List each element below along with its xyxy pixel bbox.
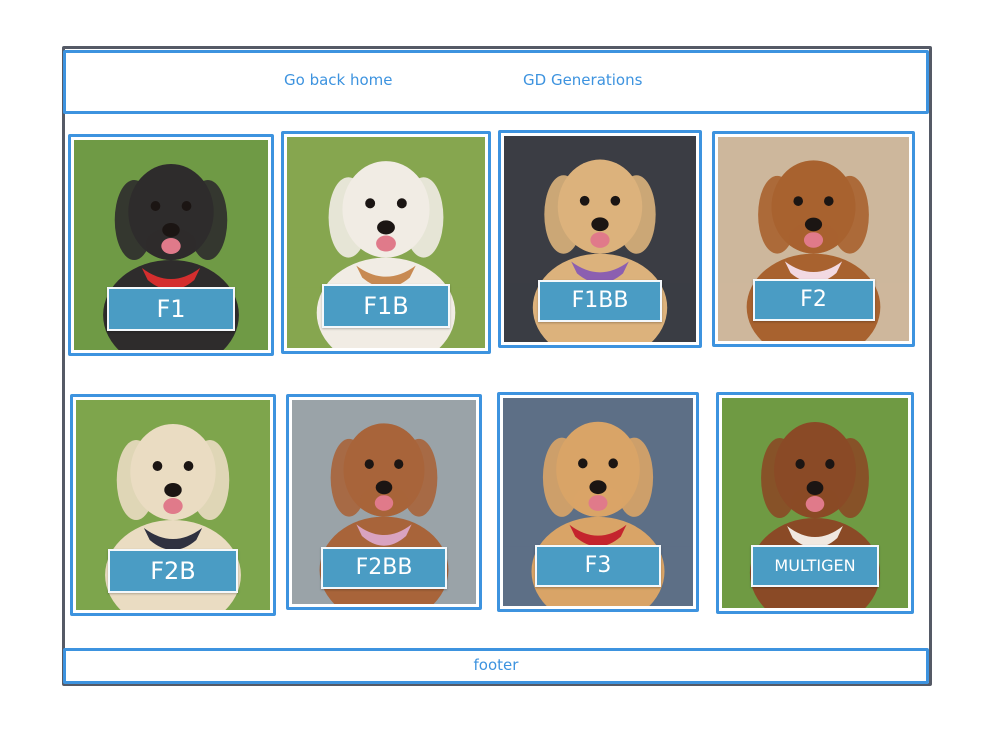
generation-card-f1b[interactable]: F1B [281,131,491,354]
generation-label: F2 [752,279,875,321]
gd-generations-link[interactable]: GD Generations [523,71,642,89]
generation-label: F1 [107,287,235,331]
generation-card-f2[interactable]: F2 [712,131,915,347]
generation-label: F2B [108,549,238,593]
generation-card-f2b[interactable]: F2B [70,394,276,616]
generation-label: F1BB [538,280,662,322]
generation-card-f1[interactable]: F1 [68,134,274,356]
footer: footer [63,648,929,684]
generation-card-f3[interactable]: F3 [497,392,699,612]
generation-card-f1bb[interactable]: F1BB [498,130,702,348]
generation-card-multigen[interactable]: MULTIGEN [716,392,914,614]
generation-label: F2BB [321,547,447,589]
go-back-home-link[interactable]: Go back home [284,71,393,89]
header-nav: Go back home GD Generations [63,50,929,114]
generation-label: MULTIGEN [751,545,879,587]
generation-label: F1B [322,284,450,328]
generation-card-f2bb[interactable]: F2BB [286,394,482,610]
generation-label: F3 [535,545,661,587]
